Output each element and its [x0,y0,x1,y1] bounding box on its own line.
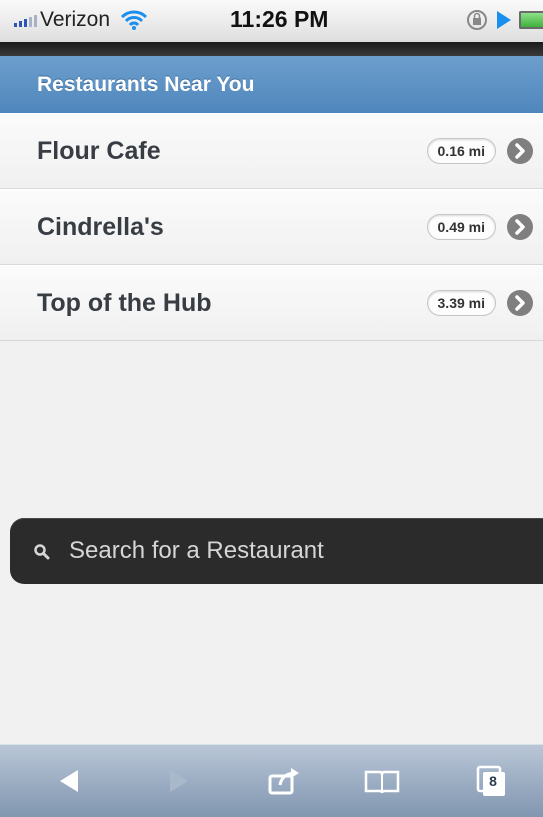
search-icon [34,544,50,560]
chevron-right-icon[interactable] [507,214,533,240]
signal-strength-icon [14,13,37,27]
status-right [465,8,543,32]
restaurant-name: Flour Cafe [37,137,161,165]
rotation-lock-icon [467,10,487,30]
search-input[interactable]: Search for a Restaurant [69,537,324,565]
list-item-restaurant[interactable]: Cindrella's 0.49 mi [0,189,543,265]
battery-icon [519,11,543,29]
distance-badge: 0.49 mi [426,214,496,240]
forward-arrow-icon[interactable] [158,761,198,801]
restaurant-list: Flour Cafe 0.16 mi Cindrella's 0.49 mi T… [0,113,543,341]
status-divider [0,42,543,56]
back-arrow-icon[interactable] [50,761,90,801]
restaurant-name: Cindrella's [37,213,164,241]
page-header: Restaurants Near You [0,56,543,114]
wifi-icon [120,10,148,30]
status-time: 11:26 PM [230,6,329,32]
search-bar[interactable]: Search for a Restaurant [10,518,543,584]
chevron-right-icon[interactable] [507,290,533,316]
share-icon[interactable] [264,761,304,801]
carrier-name: Verizon [40,8,111,31]
list-item-restaurant[interactable]: Flour Cafe 0.16 mi [0,113,543,189]
list-item-restaurant[interactable]: Top of the Hub 3.39 mi [0,265,543,341]
status-left: Verizon [14,8,148,32]
pages-button[interactable]: 8 [472,761,512,801]
distance-badge: 0.16 mi [426,138,496,164]
status-bar: Verizon 11:26 PM [0,0,543,42]
bookmarks-icon[interactable] [362,761,402,801]
distance-badge: 3.39 mi [426,290,496,316]
page-title: Restaurants Near You [37,73,255,96]
browser-toolbar: 8 [0,744,543,817]
location-arrow-icon [497,11,511,29]
pages-count: 8 [489,773,497,789]
chevron-right-icon[interactable] [507,138,533,164]
restaurant-name: Top of the Hub [37,289,212,317]
